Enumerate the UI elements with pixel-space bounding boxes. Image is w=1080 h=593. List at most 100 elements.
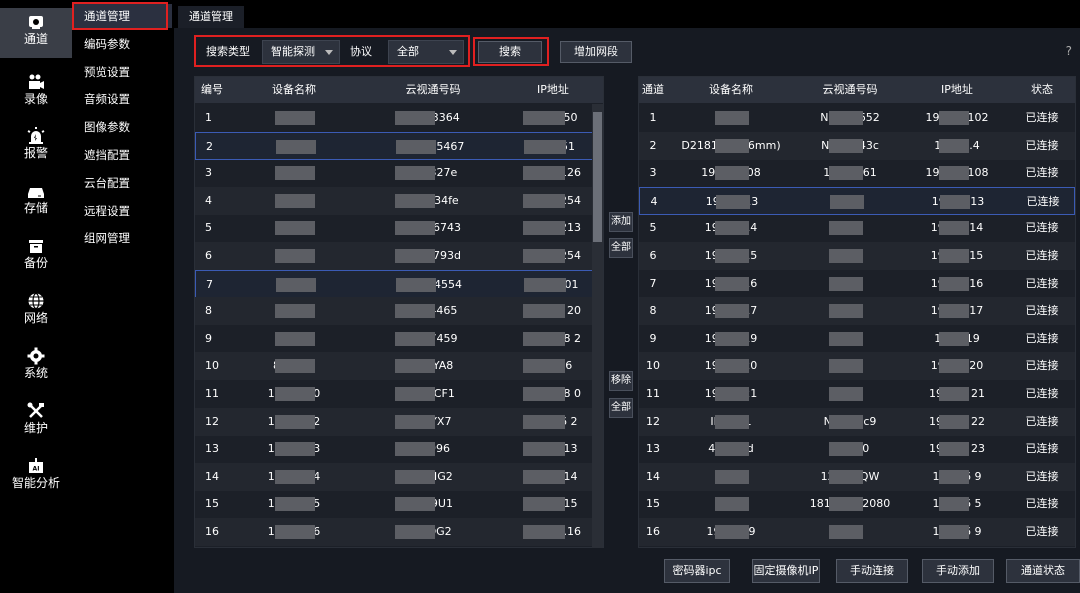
help-icon[interactable]: ? <box>1066 44 1072 58</box>
table-row[interactable]: 10192. 9.20N192.1 .20已连接 <box>639 352 1075 381</box>
table-cell: 16 <box>646 525 660 538</box>
table-cell: 6 <box>205 249 212 262</box>
table-row[interactable]: 12ING /01N009 8c9192.16 22已连接 <box>639 407 1075 436</box>
redacted-area <box>715 497 749 512</box>
table-header: 编号 设备名称 云视通号码 IP地址 <box>195 77 603 103</box>
table-row[interactable]: 6IPC9038793d192.1 254 <box>195 242 603 270</box>
submenu-item-3[interactable]: 预览设置 <box>72 60 172 84</box>
table-row[interactable]: 2N 0355467192. 51 <box>195 131 603 160</box>
remove-all-button[interactable]: 全部 <box>609 398 633 418</box>
sidebar-item-tools[interactable]: 维护 <box>0 397 72 447</box>
left-table-scrollbar[interactable] <box>592 104 603 548</box>
redacted-area <box>275 387 315 401</box>
redacted-area <box>829 442 863 457</box>
sidebar-item-video-recorder[interactable]: 录像 <box>0 68 72 118</box>
table-row[interactable]: 6192. 9.15192. 9.15已连接 <box>639 242 1075 270</box>
status-badge: 已连接 <box>1025 111 1059 124</box>
table-row[interactable]: 161 .199.16PYQG219 199.16 <box>195 518 603 546</box>
protocol-select[interactable]: 全部 <box>388 40 464 64</box>
tab-channel-management[interactable]: 通道管理 <box>178 6 244 28</box>
redacted-area <box>523 359 565 374</box>
submenu-item-2[interactable]: 编码参数 <box>72 32 172 56</box>
redacted-area <box>523 249 565 263</box>
bottom-button-4[interactable]: 手动添加 <box>922 559 994 583</box>
submenu-item-5[interactable]: 图像参数 <box>72 115 172 139</box>
table-row[interactable]: 3192.1 .1081222 U61192.16 108已连接 <box>639 159 1075 187</box>
add-segment-button[interactable]: 增加网段 <box>560 41 632 63</box>
table-row[interactable]: 8192. 9.17192. 9.17已连接 <box>639 297 1075 326</box>
search-type-select[interactable]: 智能探测 <box>262 40 340 64</box>
redacted-area <box>715 469 749 484</box>
add-all-button[interactable]: 全部 <box>609 238 633 258</box>
table-row[interactable]: 121 .199.12QSYX7192.16 2 <box>195 407 603 436</box>
column-header[interactable]: 云视通号码 <box>363 77 503 103</box>
redacted-area <box>939 331 969 346</box>
column-header[interactable]: 云视通号码 <box>795 77 905 103</box>
sidebar-item-alarm[interactable]: 报警 <box>0 122 72 172</box>
table-row[interactable]: 9通道0487459192.168 2 <box>195 325 603 353</box>
table-row[interactable]: 131 .199.13PY996192.1 13 <box>195 435 603 463</box>
sidebar-item-ai-analysis[interactable]: AI 智能分析 <box>0 452 72 502</box>
column-header[interactable]: 状态 <box>1009 77 1075 103</box>
table-row[interactable]: 141 .199.14QSHG2192 9.14 <box>195 462 603 491</box>
redacted-area <box>829 469 863 484</box>
sidebar-item-gear[interactable]: 系统 <box>0 342 72 392</box>
table-row[interactable]: 4c0a834fe192.1 254 <box>195 186 603 215</box>
table-cell: 9 <box>649 331 657 345</box>
remove-button[interactable]: 移除 <box>609 371 633 391</box>
table-row[interactable]: 16192 9.295192.16 9已连接 <box>639 518 1075 546</box>
table-row[interactable]: 2D2181-10 )(6mm)N7cc 843c192.1 .4已连接 <box>639 131 1075 160</box>
sidebar-item-globe[interactable]: 网络 <box>0 287 72 337</box>
submenu-item-9[interactable]: 组网管理 <box>72 226 172 250</box>
table-row[interactable]: 14己1222 RQW192.16 9已连接 <box>639 462 1075 491</box>
table-cell: 15 <box>205 497 219 511</box>
redacted-area <box>829 166 863 181</box>
column-header[interactable]: 通道 <box>639 77 667 103</box>
table-row[interactable]: 9192. 9.19N192. .19已连接 <box>639 325 1075 353</box>
bottom-button-2[interactable]: 固定摄像机IP <box>752 559 820 583</box>
sidebar-item-hard-disk[interactable]: 存储 <box>0 177 72 227</box>
redacted-area <box>939 249 969 263</box>
bottom-button-5[interactable]: 通道状态 <box>1006 559 1080 583</box>
sidebar-item-camera[interactable]: 通道 <box>0 8 72 58</box>
table-row[interactable]: 5C190316743192.1 213 <box>195 214 603 242</box>
table-row[interactable]: 108.199.31PYYA8192.16 <box>195 352 603 381</box>
table-row[interactable]: 1HNe 53364192.1 50 <box>195 104 603 132</box>
column-header[interactable]: IP地址 <box>905 77 1009 103</box>
column-header[interactable]: IP地址 <box>503 77 603 103</box>
table-row[interactable]: 5192. 9.14192.1 .14已连接 <box>639 214 1075 242</box>
redacted-area <box>275 469 315 484</box>
bottom-button-3[interactable]: 手动连接 <box>836 559 908 583</box>
table-cell: 8 <box>205 304 212 318</box>
submenu-item-4[interactable]: 音频设置 <box>72 87 172 111</box>
table-row[interactable]: 30a8327e192.1 126 <box>195 159 603 187</box>
alarm-icon <box>27 127 45 144</box>
search-button[interactable]: 搜索 <box>478 41 542 63</box>
nvr-app: 通道 录像 报警 存储 备份 网络 系统 维护 AI 智能分析 通道管理 编码参数 预览设置 音频设置图… <box>0 0 1080 593</box>
column-header[interactable]: 设备名称 <box>667 77 795 103</box>
table-row[interactable]: 13400 -oldE16 90192.16 23已连接 <box>639 435 1075 463</box>
left-scrollbar-thumb[interactable] <box>593 112 602 242</box>
table-row[interactable]: 151 .199.15SW9U119 99.15 <box>195 490 603 518</box>
submenu-item-1[interactable]: 通道管理 <box>72 4 172 28</box>
column-header[interactable]: 设备名称 <box>225 77 363 103</box>
column-header[interactable]: 编号 <box>195 77 225 103</box>
redacted-area <box>715 221 749 236</box>
table-cell: 10 <box>646 359 660 373</box>
table-row[interactable]: 111 .199.101Q4CF1192.168 0 <box>195 380 603 408</box>
submenu-item-6[interactable]: 遮挡配置 <box>72 143 172 167</box>
table-row[interactable]: 7192. 9.16192. 9.16已连接 <box>639 270 1075 298</box>
table-row[interactable]: 15C 1q181091 32080192.16 5已连接 <box>639 490 1075 518</box>
table-row[interactable]: 11192. 9.21N192.16 21已连接 <box>639 380 1075 408</box>
table-cell: 9 <box>205 331 212 345</box>
submenu-item-7[interactable]: 云台配置 <box>72 171 172 195</box>
add-button[interactable]: 添加 <box>609 212 633 232</box>
chevron-down-icon <box>325 50 333 55</box>
table-row[interactable]: 7好玩904d4554192.1 01 <box>195 269 603 298</box>
sidebar-item-backup[interactable]: 备份 <box>0 232 72 282</box>
table-row[interactable]: 8IPC04e4465192.16 20 <box>195 297 603 326</box>
bottom-button-1[interactable]: 密码器ipc <box>664 559 730 583</box>
table-row[interactable]: 4192. 9.13192.1 .13已连接 <box>639 186 1075 215</box>
submenu-item-8[interactable]: 远程设置 <box>72 199 172 223</box>
table-row[interactable]: 1HI NNc05 a652192.16 102已连接 <box>639 104 1075 132</box>
